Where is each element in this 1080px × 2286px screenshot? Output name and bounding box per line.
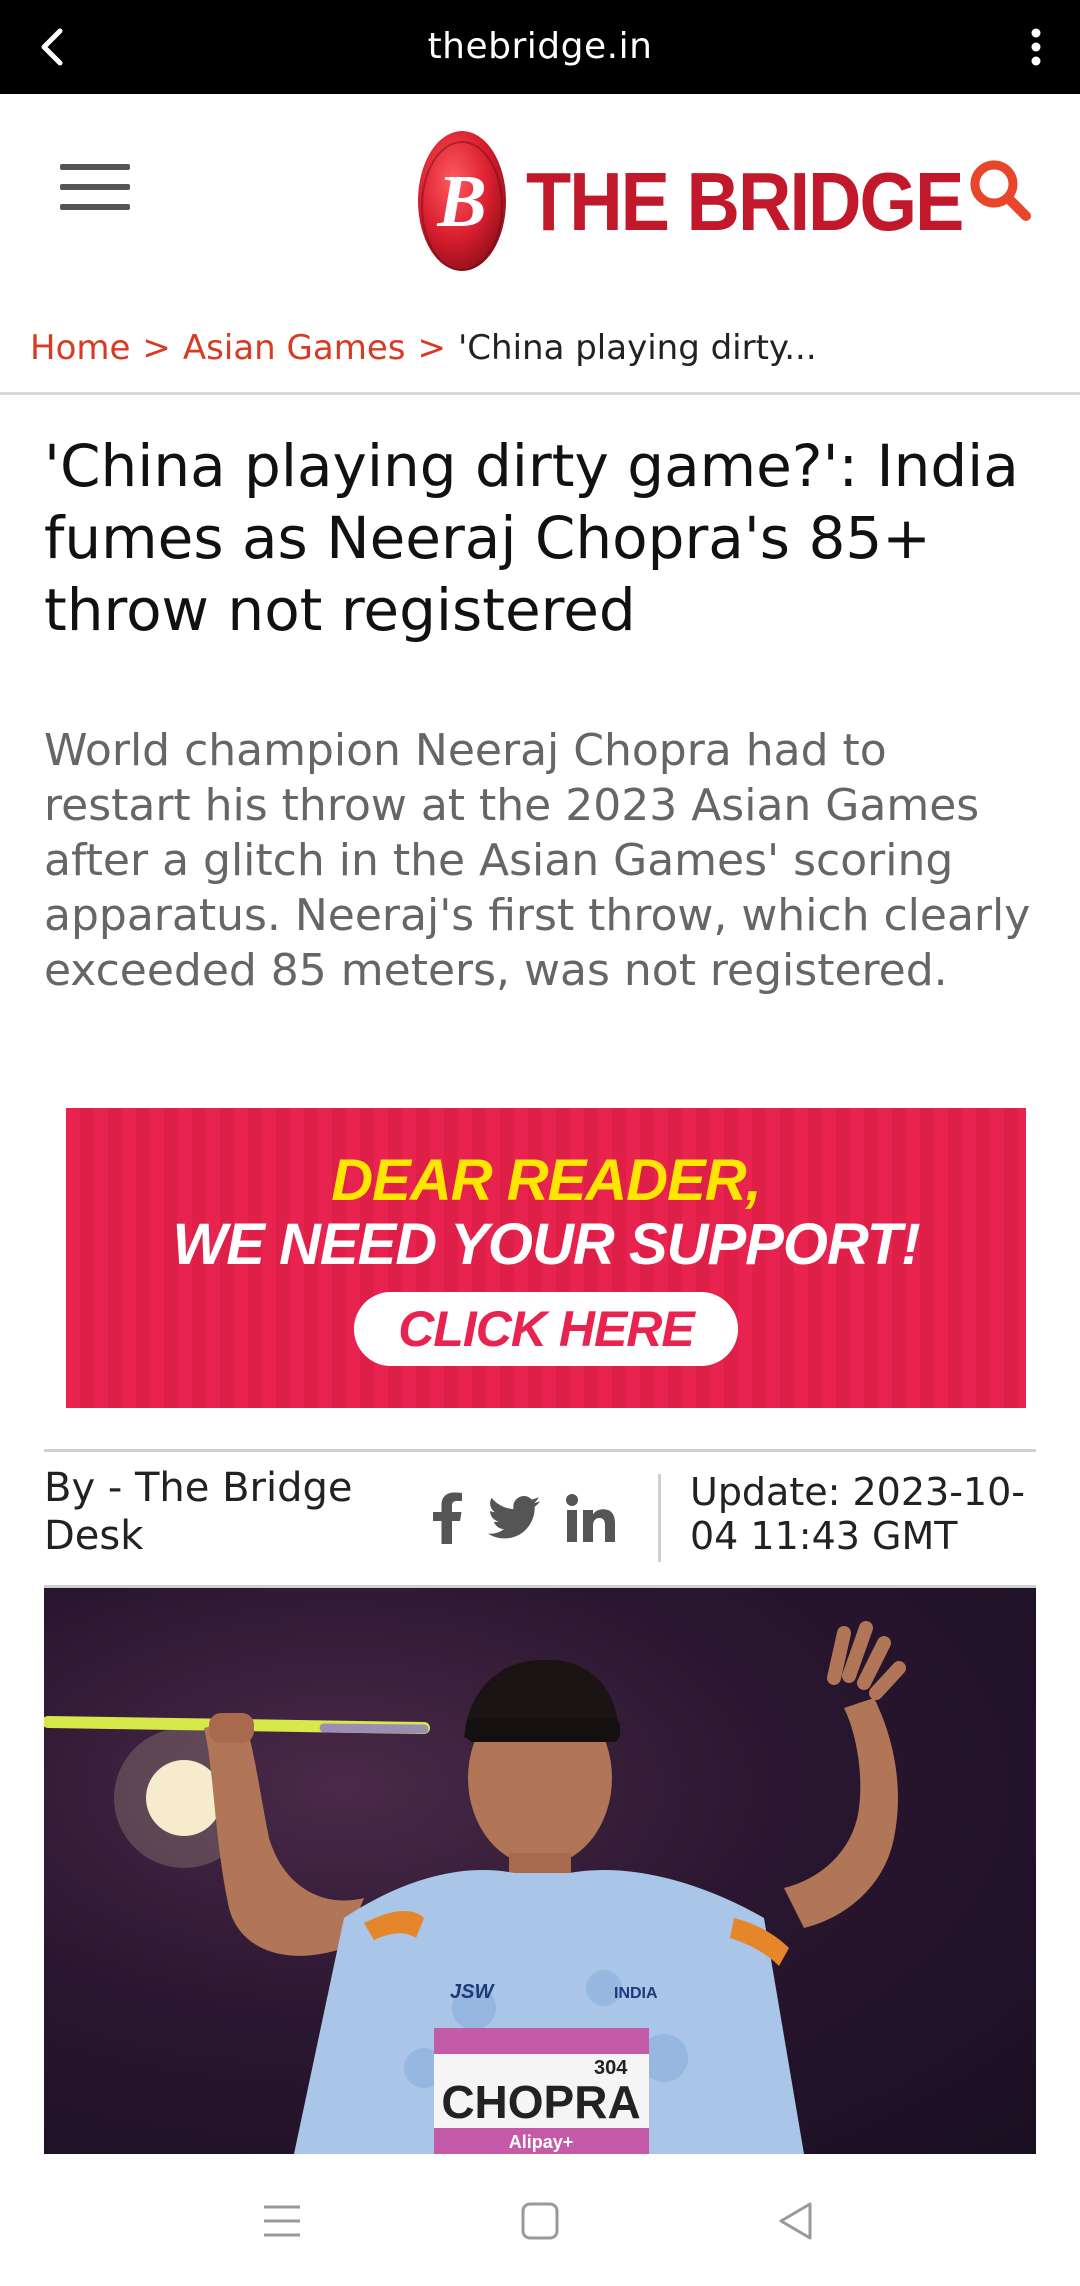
linkedin-icon[interactable] (566, 1494, 616, 1542)
home-icon[interactable] (510, 2196, 570, 2246)
article-author: By - The Bridge Desk (44, 1465, 353, 1559)
share-icons (432, 1488, 616, 1548)
browser-url[interactable]: thebridge.in (0, 26, 1080, 67)
click-here-button[interactable]: CLICK HERE (354, 1292, 738, 1366)
browser-toolbar: thebridge.in (0, 0, 1080, 94)
breadcrumb-separator: > (142, 328, 171, 368)
divider (658, 1474, 661, 1562)
site-logo[interactable]: B THE BRIDGE (414, 126, 964, 276)
twitter-icon[interactable] (488, 1496, 540, 1540)
logo-text: THE BRIDGE (526, 154, 964, 248)
breadcrumb-current: 'China playing dirty... (457, 328, 817, 368)
logo-emblem-icon: B (418, 131, 506, 271)
banner-headline: DEAR READER, (331, 1148, 761, 1213)
more-options-icon[interactable] (1016, 22, 1056, 72)
banner-subheadline: WE NEED YOUR SUPPORT! (172, 1212, 920, 1277)
divider (44, 1449, 1036, 1452)
breadcrumb: Home > Asian Games > 'China playing dirty... (30, 328, 817, 368)
search-icon[interactable] (968, 158, 1032, 222)
recent-apps-icon[interactable] (252, 2196, 312, 2246)
divider (0, 392, 1080, 395)
breadcrumb-home[interactable]: Home (30, 328, 130, 368)
facebook-icon[interactable] (432, 1492, 462, 1544)
breadcrumb-separator: > (417, 328, 446, 368)
jersey-country-text: INDIA (614, 1985, 658, 2002)
article-image: JSW INDIA 304 CHOPRA Alipay+ (44, 1588, 1036, 2154)
article-update-time: Update: 2023-10-04 11:43 GMT (690, 1470, 1025, 1558)
svg-text:B: B (436, 161, 486, 243)
bib-sponsor-text: Alipay+ (509, 2132, 574, 2152)
site-header: B THE BRIDGE (0, 94, 1080, 304)
article-headline: 'China playing dirty game?': India fumes… (44, 432, 1019, 644)
system-navigation-bar (0, 2156, 1080, 2286)
article-summary: World champion Neeraj Chopra had to rest… (44, 725, 1031, 996)
jersey-brand-text: JSW (450, 1981, 495, 2003)
bib-name-text: CHOPRA (441, 2076, 640, 2128)
menu-icon[interactable] (60, 164, 130, 216)
support-banner[interactable]: DEAR READER, WE NEED YOUR SUPPORT! CLICK… (66, 1108, 1026, 1408)
breadcrumb-asian-games[interactable]: Asian Games (183, 328, 406, 368)
back-nav-icon[interactable] (766, 2196, 826, 2246)
